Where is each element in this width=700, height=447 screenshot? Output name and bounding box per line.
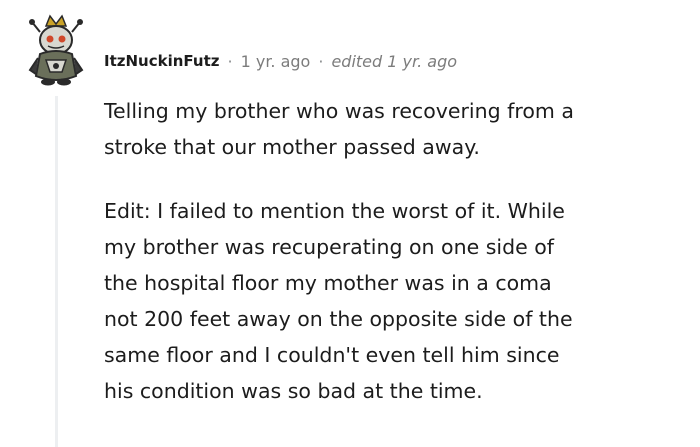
meta-separator: · <box>318 51 324 71</box>
comment-line: Edit: I failed to mention the worst of i… <box>104 199 565 223</box>
comment-line: my brother was recuperating on one side … <box>104 235 554 259</box>
comment-paragraph: Edit: I failed to mention the worst of i… <box>104 193 694 409</box>
edited-label: edited 1 yr. ago <box>331 51 458 71</box>
comment-line: his condition was so bad at the time. <box>104 379 483 403</box>
comment: ItzNuckinFutz · 1 yr. ago · edited 1 yr.… <box>0 0 700 447</box>
comment-paragraph: Telling my brother who was recovering fr… <box>104 93 694 165</box>
thread-line[interactable] <box>55 96 58 447</box>
comment-line: stroke that our mother passed away. <box>104 135 480 159</box>
comment-line: not 200 feet away on the opposite side o… <box>104 307 573 331</box>
user-avatar-icon[interactable] <box>28 14 84 88</box>
comment-meta: ItzNuckinFutz · 1 yr. ago · edited 1 yr.… <box>104 46 457 76</box>
comment-line: Telling my brother who was recovering fr… <box>104 99 574 123</box>
comment-line: the hospital floor my mother was in a co… <box>104 271 552 295</box>
comment-body: Telling my brother who was recovering fr… <box>104 93 694 409</box>
author-name[interactable]: ItzNuckinFutz <box>104 52 219 70</box>
comment-line: same floor and I couldn't even tell him … <box>104 343 560 367</box>
meta-separator: · <box>227 51 233 71</box>
timestamp[interactable]: 1 yr. ago <box>241 52 311 71</box>
